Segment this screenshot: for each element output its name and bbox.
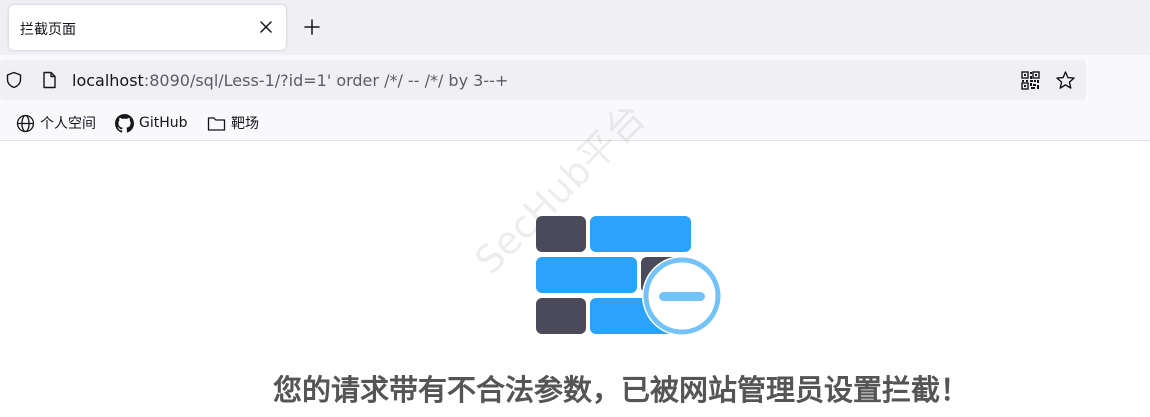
- bookmark-personal-space[interactable]: 个人空间: [16, 113, 96, 133]
- plus-icon[interactable]: [302, 17, 322, 37]
- page-content: SecHub平台 您的请求带有不合法参数，已被网站管理员设置拦截！: [0, 95, 1150, 417]
- url-path: :8090/sql/Less-1/?id=1' order /*/ -- /*/…: [143, 71, 509, 90]
- globe-icon: [16, 114, 35, 132]
- bookmark-label: GitHub: [139, 115, 188, 131]
- url-host: localhost: [72, 71, 144, 90]
- shield-icon[interactable]: [5, 71, 23, 89]
- close-icon[interactable]: [257, 18, 275, 36]
- bookmark-label: 个人空间: [40, 116, 96, 132]
- folder-icon: [207, 116, 226, 131]
- page-icon[interactable]: [40, 71, 58, 89]
- star-icon[interactable]: [1055, 70, 1076, 91]
- tab-title: 拦截页面: [20, 22, 76, 38]
- navigation-bar: localhost:8090/sql/Less-1/?id=1' order /…: [0, 55, 1150, 105]
- tab-bar: 拦截页面: [0, 0, 1150, 55]
- firewall-blocked-icon: [536, 216, 722, 336]
- bookmarks-toolbar: 个人空间 GitHub 靶场: [0, 105, 1150, 141]
- url-text[interactable]: localhost:8090/sql/Less-1/?id=1' order /…: [72, 71, 508, 90]
- bookmark-folder-range[interactable]: 靶场: [207, 113, 259, 133]
- bookmark-label: 靶场: [231, 116, 259, 132]
- bookmark-github[interactable]: GitHub: [115, 113, 188, 133]
- address-bar[interactable]: localhost:8090/sql/Less-1/?id=1' order /…: [0, 60, 1086, 100]
- github-icon: [115, 113, 134, 133]
- qr-code-icon[interactable]: [1021, 71, 1040, 90]
- tab-active[interactable]: 拦截页面: [9, 5, 286, 50]
- block-message: 您的请求带有不合法参数，已被网站管理员设置拦截！: [272, 373, 969, 407]
